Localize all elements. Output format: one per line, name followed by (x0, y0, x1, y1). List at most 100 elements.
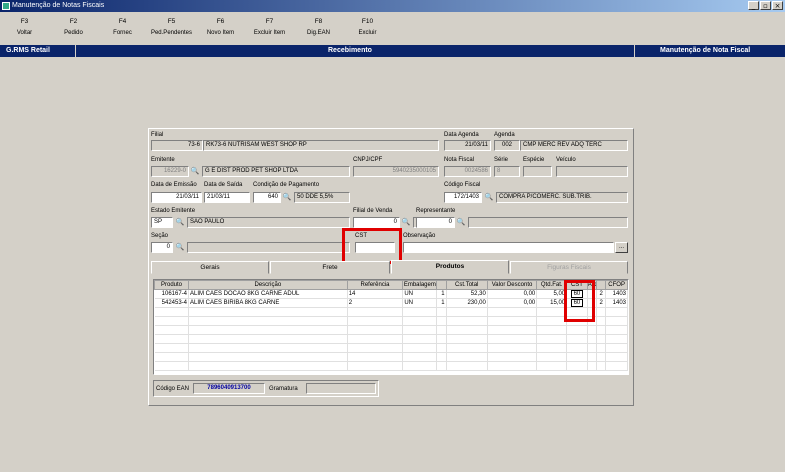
observacao-field[interactable] (403, 242, 614, 253)
table-cell: 2 (596, 289, 607, 299)
estado-search-icon[interactable]: 🔍 (175, 217, 185, 228)
col-qtd-emb[interactable] (436, 280, 447, 290)
minimize-button[interactable]: _ (748, 1, 759, 10)
nota-field[interactable]: 0024586 (444, 166, 491, 177)
table-cell (536, 361, 568, 371)
table-cell (487, 334, 538, 344)
representante-field[interactable]: 0 (416, 217, 455, 228)
table-cell (402, 307, 438, 317)
close-button[interactable]: × (772, 1, 783, 10)
ped-pendentes-button[interactable]: F5 Ped.Pendentes (147, 13, 196, 43)
especie-field[interactable] (523, 166, 552, 177)
emitente-name-field: G E DIST PROD PET SHOP LTDA (202, 166, 350, 177)
table-row-empty[interactable] (154, 316, 628, 326)
emitente-code-field[interactable]: 16229-0 (151, 166, 189, 177)
key-label: F8 (314, 18, 323, 25)
col-valor-desconto[interactable]: Valor Desconto (486, 280, 538, 290)
filial-code-field[interactable]: 73-6 (151, 140, 203, 151)
codigo-fiscal-desc-field: COMPRA P/COMERC. SUB.TRIB. (496, 192, 628, 203)
veiculo-field[interactable] (556, 166, 628, 177)
table-cell (566, 343, 588, 353)
emissao-field[interactable]: 21/03/11 (151, 192, 202, 203)
button-label: Voltar (16, 30, 33, 36)
condicao-label: Condição de Pagamento (253, 182, 320, 188)
table-cell (154, 361, 189, 371)
pedido-button[interactable]: F2 Pedido (49, 13, 98, 43)
tab-produtos[interactable]: Produtos (391, 260, 509, 274)
emitente-label: Emitente (151, 157, 175, 163)
filial-venda-search-icon[interactable]: 🔍 (401, 217, 411, 228)
table-cell (587, 343, 598, 353)
table-cell: 542453-4 (154, 298, 189, 308)
serie-field[interactable]: 8 (494, 166, 520, 177)
col-referencia[interactable]: Referência (346, 280, 404, 290)
window-title-bar: Manutenção de Notas Fiscais _ ▫ × (0, 0, 785, 12)
estado-nome-field: SAO PAULO (187, 217, 350, 228)
codigo-fiscal-search-icon[interactable]: 🔍 (484, 192, 494, 203)
table-cell: 2 (596, 298, 607, 308)
tab-gerais[interactable]: Gerais (151, 261, 269, 274)
table-cell (436, 334, 447, 344)
table-cell (436, 316, 447, 326)
representante-search-icon[interactable]: 🔍 (456, 217, 466, 228)
table-cell (605, 334, 628, 344)
condicao-search-icon[interactable]: 🔍 (282, 192, 292, 203)
observacao-more-button[interactable]: ... (615, 242, 628, 253)
estado-uf-field[interactable]: SP (151, 217, 173, 228)
tab-frete[interactable]: Frete (270, 261, 390, 274)
fornec-button[interactable]: F4 Fornec (98, 13, 147, 43)
ean-field[interactable]: 7896040913700 (193, 383, 265, 394)
emitente-search-icon[interactable]: 🔍 (190, 166, 200, 177)
table-cell (347, 361, 404, 371)
secao-field[interactable]: 0 (151, 242, 173, 253)
gramatura-field (306, 383, 376, 394)
col-cfop[interactable]: CFOP (605, 280, 628, 290)
condicao-code-field[interactable]: 640 (253, 192, 281, 203)
table-cell (596, 343, 607, 353)
col-cst-total[interactable]: Cst.Total (445, 280, 488, 290)
agenda-code-field[interactable]: 002 (494, 140, 520, 151)
table-row-empty[interactable] (154, 352, 628, 362)
table-cell (566, 334, 588, 344)
table-cell: UN (402, 298, 438, 308)
secao-search-icon[interactable]: 🔍 (175, 242, 185, 253)
cnpj-field[interactable]: 5940235000105 (353, 166, 439, 177)
codigo-fiscal-field[interactable]: 172/1403 (444, 192, 482, 203)
key-label: F7 (265, 18, 274, 25)
app-icon (2, 2, 10, 10)
excluir-item-button[interactable]: F7 Excluir Item (245, 13, 294, 43)
novo-item-button[interactable]: F6 Novo Item (196, 13, 245, 43)
button-label: Fornec (113, 30, 132, 36)
dig-ean-button[interactable]: F8 Dig.EAN (294, 13, 343, 43)
table-cell (487, 316, 538, 326)
col-produto[interactable]: Produto (154, 280, 189, 290)
key-label: F3 (20, 18, 29, 25)
table-row-empty[interactable] (154, 325, 628, 335)
col-extra[interactable] (596, 280, 607, 290)
saida-field[interactable]: 21/03/11 (204, 192, 250, 203)
window-title: Manutenção de Notas Fiscais (12, 2, 105, 9)
table-row-empty[interactable] (154, 307, 628, 317)
module-name: Recebimento (328, 47, 372, 54)
table-cell (446, 307, 488, 317)
table-cell (188, 316, 348, 326)
button-label: Excluir Item (253, 30, 286, 36)
condicao-desc-field: 50 DDE 5,5% (294, 192, 350, 203)
filial-venda-field[interactable]: 0 (353, 217, 400, 228)
table-row-empty[interactable] (154, 361, 628, 371)
table-row-empty[interactable] (154, 334, 628, 344)
excluir-button[interactable]: F10 Excluir (343, 13, 392, 43)
veiculo-label: Veículo (556, 157, 576, 163)
table-row-empty[interactable] (154, 343, 628, 353)
key-label: F10 (361, 18, 374, 25)
table-row[interactable]: 542453-4 ALIM CAES BIRIBA 8KG CARNE 2 UN 1 23… (154, 298, 628, 308)
table-row[interactable]: 106167-4 ALIM CAES DOCAO 8KG CARNE ADUL 14… (154, 289, 628, 299)
data-agenda-field[interactable]: 21/03/11 (444, 140, 491, 151)
cst-column-highlight-box (564, 280, 595, 322)
col-qtd-fat[interactable]: Qtd.Fat. (536, 280, 568, 290)
col-embalagem[interactable]: Embalagem (402, 280, 438, 290)
table-cell (436, 343, 447, 353)
voltar-button[interactable]: F3 Voltar (0, 13, 49, 43)
maximize-button[interactable]: ▫ (760, 1, 771, 10)
col-descricao[interactable]: Descrição (188, 280, 348, 290)
